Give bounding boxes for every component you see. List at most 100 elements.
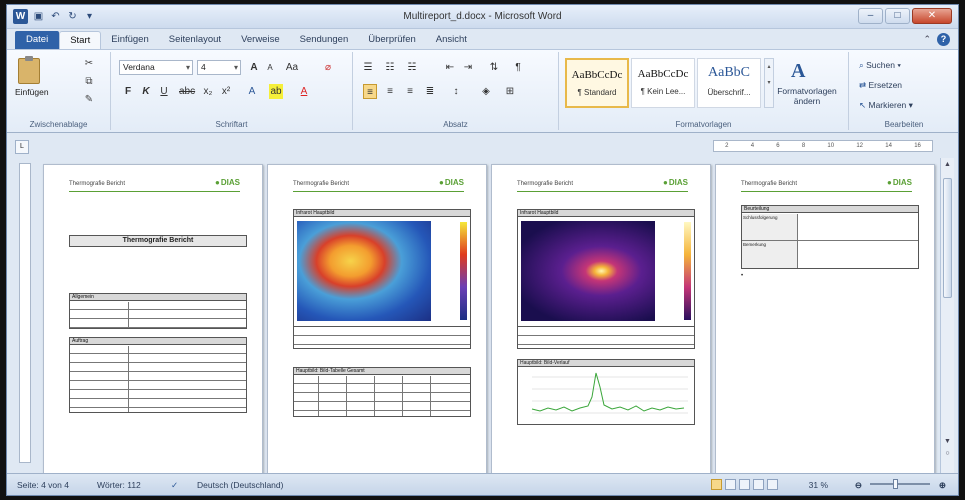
- style-standard[interactable]: AaBbCcDc ¶ Standard: [565, 58, 629, 108]
- italic-icon[interactable]: K: [139, 84, 153, 99]
- line-spacing-icon[interactable]: ↕: [449, 84, 463, 99]
- ruler-scale[interactable]: 2 4 6 8 10 12 14 16: [713, 140, 933, 152]
- text-effects-icon[interactable]: A: [245, 84, 259, 99]
- window-title: Multireport_d.docx - Microsoft Word: [403, 11, 562, 22]
- fullscreen-view-icon[interactable]: [725, 479, 736, 490]
- table-cell: Schlussfolgerung: [742, 214, 798, 241]
- cut-icon[interactable]: ✂: [83, 58, 95, 69]
- tab-file[interactable]: Datei: [15, 31, 60, 49]
- document-page-4[interactable]: Thermografie Bericht DIAS Beurteilung Sc…: [715, 164, 935, 474]
- change-styles-button[interactable]: Formatvorlagen ändern: [777, 86, 837, 106]
- image-data-table: Hauptbild: Bild-Tabelle Gesamt: [293, 367, 471, 417]
- tab-mailings[interactable]: Sendungen: [290, 31, 359, 49]
- clear-formatting-icon[interactable]: ⌀: [321, 60, 335, 75]
- ribbon-tabs: Datei Start Einfügen Seitenlayout Verwei…: [7, 29, 958, 49]
- document-area[interactable]: Thermografie Bericht DIAS Thermografie B…: [37, 158, 945, 474]
- zoom-out-icon[interactable]: ⊖: [855, 480, 862, 491]
- scroll-down-icon[interactable]: ▼: [942, 436, 953, 447]
- table-header: Hauptbild: Bild-Tabelle Gesamt: [294, 368, 470, 375]
- tab-start[interactable]: Start: [59, 31, 102, 49]
- header-rule: [741, 191, 912, 192]
- word-count[interactable]: Wörter: 112: [97, 480, 141, 490]
- close-button[interactable]: ✕: [912, 8, 952, 24]
- bold-icon[interactable]: F: [121, 84, 135, 99]
- replace-button[interactable]: ⇄ Ersetzen: [859, 80, 902, 91]
- table-column: [430, 376, 431, 416]
- tab-references[interactable]: Verweise: [231, 31, 290, 49]
- font-size-select[interactable]: 4: [197, 60, 241, 75]
- subscript-icon[interactable]: x₂: [201, 84, 215, 99]
- group-paragraph: ☰ ☷ ☵ ⇤ ⇥ ⇅ ¶ ≡ ≡ ≡ ≣ ↕ ◈ ⊞ Absatz: [353, 52, 559, 130]
- document-page-2[interactable]: Thermografie Bericht DIAS Infrarot Haupt…: [267, 164, 487, 474]
- show-formatting-icon[interactable]: ¶: [511, 60, 525, 75]
- tab-review[interactable]: Überprüfen: [358, 31, 426, 49]
- align-right-icon[interactable]: ≡: [403, 84, 417, 99]
- tab-selector-button[interactable]: L: [15, 140, 29, 154]
- document-page-3[interactable]: Thermografie Bericht DIAS Infrarot Haupt…: [491, 164, 711, 474]
- tab-page-layout[interactable]: Seitenlayout: [159, 31, 231, 49]
- zoom-in-icon[interactable]: ⊕: [939, 480, 946, 491]
- numbering-icon[interactable]: ☷: [383, 60, 397, 75]
- font-name-select[interactable]: Verdana: [119, 60, 193, 75]
- clipboard-icon: [18, 56, 40, 84]
- document-page-1[interactable]: Thermografie Bericht DIAS Thermografie B…: [43, 164, 263, 474]
- print-layout-view-icon[interactable]: [711, 479, 722, 490]
- group-editing: ⌕ Suchen ▾ ⇄ Ersetzen ↖ Markieren ▾ Bear…: [849, 52, 958, 130]
- decrease-indent-icon[interactable]: ⇤: [443, 60, 457, 75]
- group-label-editing: Bearbeiten: [884, 120, 924, 129]
- select-button[interactable]: ↖ Markieren ▾: [859, 100, 913, 111]
- web-layout-view-icon[interactable]: [739, 479, 750, 490]
- format-painter-icon[interactable]: ✎: [83, 94, 95, 105]
- zoom-level[interactable]: 31 %: [809, 480, 828, 490]
- strikethrough-icon[interactable]: abc: [179, 84, 195, 99]
- help-icon[interactable]: ?: [937, 33, 950, 46]
- word-window: W ▣ ↶ ↻ ▾ Multireport_d.docx - Microsoft…: [6, 4, 959, 496]
- highlight-icon[interactable]: ab: [269, 84, 283, 99]
- find-button[interactable]: ⌕ Suchen ▾: [859, 60, 901, 71]
- align-left-icon[interactable]: ≡: [363, 84, 377, 99]
- tab-insert[interactable]: Einfügen: [101, 31, 159, 49]
- copy-icon[interactable]: ⧉: [83, 76, 95, 87]
- vertical-scrollbar[interactable]: ▲ ▼ ○: [940, 158, 954, 473]
- outline-view-icon[interactable]: [753, 479, 764, 490]
- minimize-ribbon-icon[interactable]: ⌃: [923, 34, 931, 45]
- borders-icon[interactable]: ⊞: [503, 84, 517, 99]
- change-case-icon[interactable]: Aa: [285, 60, 299, 75]
- header-rule: [517, 191, 688, 192]
- change-styles-icon[interactable]: A: [791, 60, 805, 83]
- bullets-icon[interactable]: ☰: [361, 60, 375, 75]
- maximize-button[interactable]: □: [885, 8, 910, 24]
- table-header: Allgemein: [70, 294, 246, 301]
- paste-button[interactable]: Einfügen: [15, 56, 49, 110]
- language-indicator[interactable]: Deutsch (Deutschland): [197, 480, 283, 490]
- styles-gallery-scroll[interactable]: ▴ ▾: [764, 58, 774, 108]
- draft-view-icon[interactable]: [767, 479, 778, 490]
- vertical-ruler[interactable]: [19, 163, 31, 463]
- scroll-thumb[interactable]: [943, 178, 952, 298]
- zoom-slider[interactable]: [870, 483, 930, 485]
- ruler-tick: 10: [827, 143, 835, 149]
- table-column: [128, 346, 129, 412]
- sort-icon[interactable]: ⇅: [487, 60, 501, 75]
- grow-font-icon[interactable]: A: [247, 60, 261, 75]
- style-heading[interactable]: AaBbC Überschrif...: [697, 58, 761, 108]
- underline-icon[interactable]: U: [157, 84, 171, 99]
- minimize-button[interactable]: –: [858, 8, 883, 24]
- page-count[interactable]: Seite: 4 von 4: [17, 480, 69, 490]
- window-controls: – □ ✕: [858, 8, 952, 24]
- superscript-icon[interactable]: x²: [219, 84, 233, 99]
- multilevel-list-icon[interactable]: ☵: [405, 60, 419, 75]
- style-no-spacing[interactable]: AaBbCcDc ¶ Kein Lee...: [631, 58, 695, 108]
- shrink-font-icon[interactable]: A: [263, 60, 277, 75]
- justify-icon[interactable]: ≣: [423, 84, 437, 99]
- zoom-slider-handle[interactable]: [893, 479, 898, 489]
- proofing-icon[interactable]: ✓: [171, 480, 178, 491]
- tab-view[interactable]: Ansicht: [426, 31, 477, 49]
- browse-object-icon[interactable]: ○: [942, 448, 953, 459]
- ribbon-right-controls: ⌃ ?: [923, 33, 950, 46]
- align-center-icon[interactable]: ≡: [383, 84, 397, 99]
- increase-indent-icon[interactable]: ⇥: [461, 60, 475, 75]
- font-color-icon[interactable]: A: [297, 84, 311, 99]
- scroll-up-icon[interactable]: ▲: [942, 159, 953, 170]
- shading-icon[interactable]: ◈: [479, 84, 493, 99]
